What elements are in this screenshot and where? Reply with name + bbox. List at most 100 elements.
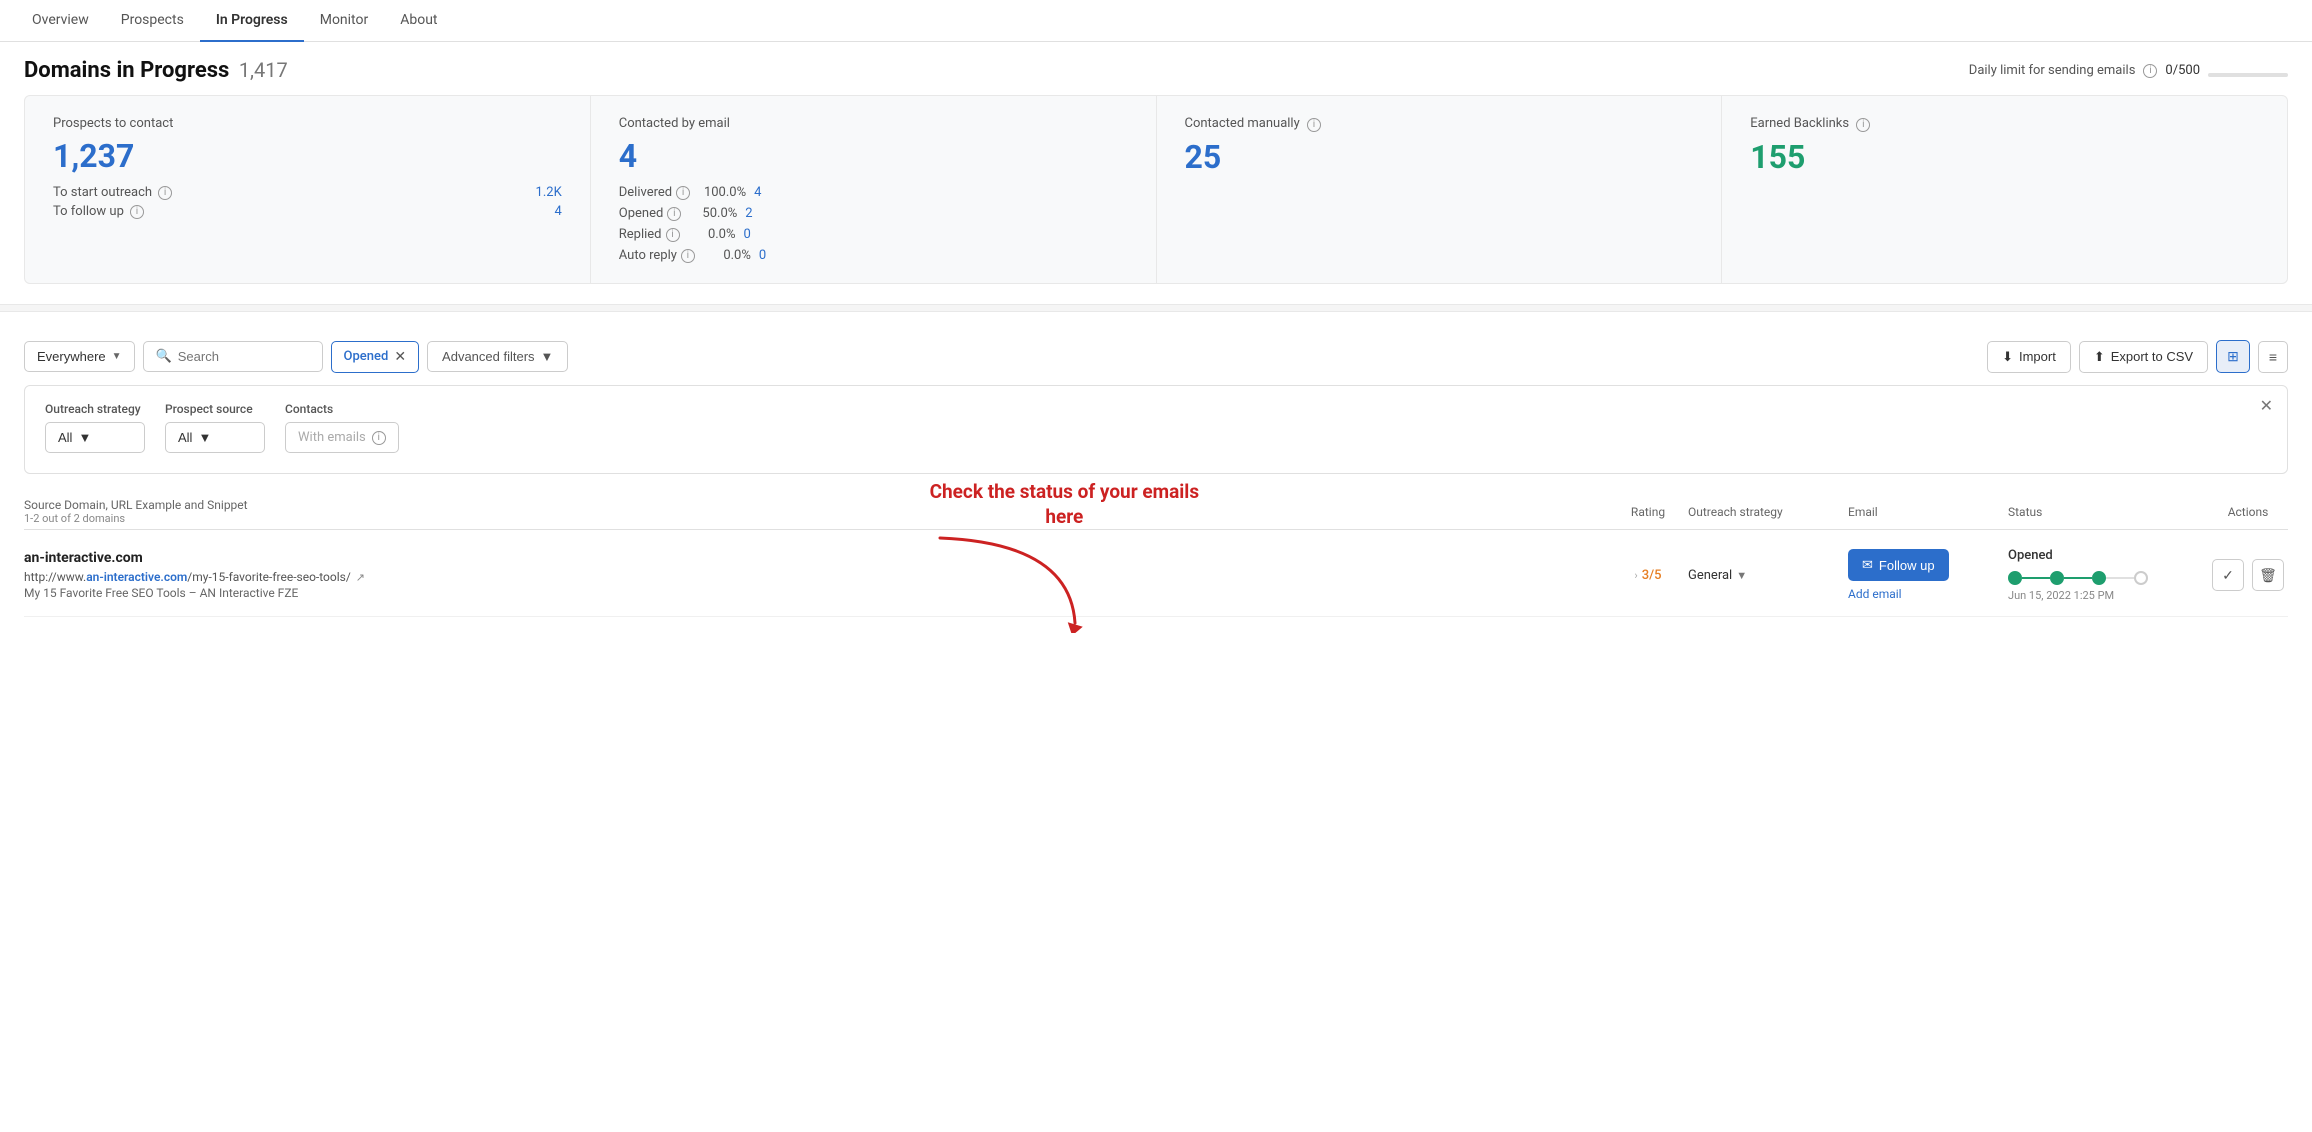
backlinks-info-icon[interactable]: i [1856,118,1870,132]
prospect-source-select[interactable]: All ▼ [165,422,265,453]
nav-tab-in-progress[interactable]: In Progress [200,0,304,42]
row-actions-cell: ✓ 🗑 [2208,559,2288,591]
row-email-cell: ✉ Follow up Add email [1848,549,2008,601]
stat-value-prospects: 1,237 [53,137,562,175]
daily-limit: Daily limit for sending emails i 0/500 [1969,63,2288,78]
export-csv-button[interactable]: ⬆ Export to CSV [2079,341,2208,373]
import-button[interactable]: ⬇ Import [1987,341,2071,373]
daily-limit-progress [2208,73,2288,77]
stat-sub-rows-prospects: To start outreach i 1.2K To follow up i … [53,185,562,219]
outreach-strategy-value: All [58,430,72,445]
section-divider [0,304,2312,312]
grid-view-button[interactable]: ⊞ [2216,340,2250,373]
manual-info-icon[interactable]: i [1307,118,1321,132]
nav-tab-monitor[interactable]: Monitor [304,0,385,42]
daily-limit-label: Daily limit for sending emails [1969,63,2136,78]
timeline-dot-2 [2050,571,2064,585]
follow-up-button[interactable]: ✉ Follow up [1848,549,1949,581]
opened-filter-tag: Opened ✕ [331,341,420,373]
prospect-source-chevron-icon: ▼ [198,430,211,445]
stat-sub-value-start: 1.2K [536,185,562,200]
stat-sub-info-followup[interactable]: i [130,205,144,219]
col-source-label: Source Domain, URL Example and Snippet [24,498,1608,512]
outreach-dropdown-icon[interactable]: ▼ [1736,569,1747,582]
timeline-dot-1 [2008,571,2022,585]
follow-up-label: Follow up [1879,558,1935,573]
page-title-count: 1,417 [239,58,288,82]
timeline-dot-3 [2092,571,2106,585]
search-icon: 🔍 [156,349,172,364]
row-status-cell: Opened Jun 15, 2022 1:25 PM [2008,548,2208,602]
nav-tab-prospects[interactable]: Prospects [105,0,200,42]
rating-arrow-icon: › [1634,569,1637,582]
contacts-value: With emails [298,430,366,445]
search-input[interactable] [178,349,310,364]
email-stat-val: 4 [754,185,770,200]
email-icon: ✉ [1862,557,1873,573]
add-email-link[interactable]: Add email [1848,587,1902,601]
row-domain: an-interactive.com [24,550,1608,566]
stat-value-email: 4 [619,137,1128,175]
timeline-line-1 [2022,577,2050,579]
col-header-email: Email [1848,505,2008,519]
advanced-filters-panel: ✕ Outreach strategy All ▼ Prospect sourc… [24,385,2288,474]
opened-filter-remove[interactable]: ✕ [394,349,406,365]
daily-limit-value: 0/500 [2165,63,2200,78]
daily-limit-info-icon[interactable]: i [2143,64,2157,78]
col-header-source: Source Domain, URL Example and Snippet 1… [24,498,1608,525]
stat-sub-info-start[interactable]: i [158,186,172,200]
url-bold: an-interactive.com [86,570,187,584]
stat-email-rows: Delivered i 100.0% 4 Opened i 50.0% 2 Re… [619,185,1128,263]
col-header-status: Status [2008,505,2208,519]
email-stat-row-opened: Opened i 50.0% 2 [619,206,1128,221]
email-stat-info-icon[interactable]: i [667,207,681,221]
outreach-tag: General ▼ [1688,568,1848,583]
stat-card-backlinks: Earned Backlinks i 155 [1722,96,2287,283]
stat-card-manual: Contacted manually i 25 [1157,96,1723,283]
everywhere-dropdown[interactable]: Everywhere ▼ [24,341,135,372]
outreach-strategy-chevron-icon: ▼ [78,430,91,445]
row-url-link[interactable]: http://www.an-interactive.com/my-15-favo… [24,570,351,584]
email-stat-info-icon[interactable]: i [666,228,680,242]
email-stat-row-delivered: Delivered i 100.0% 4 [619,185,1128,200]
contacts-label: Contacts [285,402,399,416]
nav-tab-about[interactable]: About [384,0,453,42]
email-stat-label: Delivered [619,185,672,200]
email-stat-pct: 0.0% [695,248,751,263]
email-stat-pct: 0.0% [680,227,736,242]
approve-action-button[interactable]: ✓ [2212,559,2244,591]
adv-filter-label: Advanced filters [442,349,535,364]
advanced-filters-button[interactable]: Advanced filters ▼ [427,341,568,372]
email-stat-row-auto-reply: Auto reply i 0.0% 0 [619,248,1128,263]
outreach-strategy-select[interactable]: All ▼ [45,422,145,453]
email-stat-val: 2 [745,206,761,221]
email-stat-label: Opened [619,206,664,221]
rating-badge: › 3/5 [1634,568,1661,583]
everywhere-chevron-icon: ▼ [112,351,122,362]
stats-section: Prospects to contact 1,237 To start outr… [24,95,2288,284]
nav-tab-overview[interactable]: Overview [16,0,105,42]
col-header-rating: Rating [1608,505,1688,519]
email-stat-row-replied: Replied i 0.0% 0 [619,227,1128,242]
email-stat-info-icon[interactable]: i [676,186,690,200]
list-view-button[interactable]: ≡ [2258,341,2288,373]
page-header: Domains in Progress 1,417 Daily limit fo… [0,42,2312,95]
adv-filter-chevron-icon: ▼ [541,349,554,364]
table-header-row: Source Domain, URL Example and Snippet 1… [24,490,2288,530]
email-stat-info-icon[interactable]: i [681,249,695,263]
outreach-label: General [1688,568,1732,583]
col-source-sub: 1-2 out of 2 domains [24,512,1608,525]
table-row: an-interactive.com http://www.an-interac… [24,530,2288,617]
contacts-info-icon[interactable]: i [372,431,386,445]
rating-value: 3/5 [1642,568,1662,583]
export-icon: ⬆ [2094,349,2105,365]
search-box: 🔍 [143,341,323,372]
row-source-cell: an-interactive.com http://www.an-interac… [24,550,1608,600]
advanced-filters-close-icon[interactable]: ✕ [2260,396,2273,415]
outreach-strategy-label: Outreach strategy [45,402,145,416]
stat-card-prospects: Prospects to contact 1,237 To start outr… [25,96,591,283]
delete-action-button[interactable]: 🗑 [2252,559,2284,591]
status-label: Opened [2008,548,2208,563]
stat-card-email: Contacted by email 4 Delivered i 100.0% … [591,96,1157,283]
email-stat-label: Auto reply [619,248,677,263]
